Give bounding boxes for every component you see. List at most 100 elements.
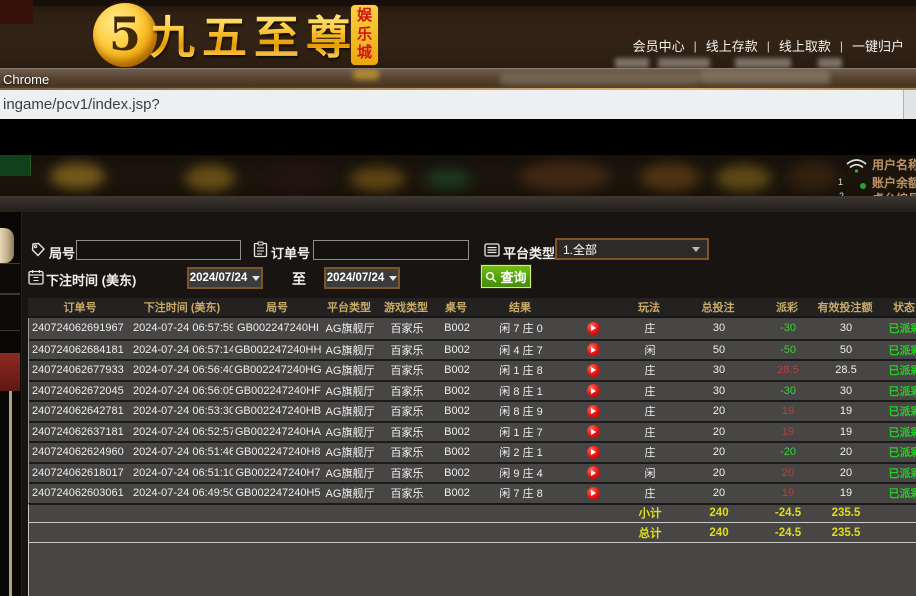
bet-time-cell: 2024-07-24 06:52:57 [133, 426, 233, 438]
nav-separator: | [767, 39, 770, 53]
table-row: 240724062691967 2024-07-24 06:57:59 GB00… [29, 318, 916, 339]
search-button[interactable]: 查询 [481, 265, 531, 288]
table-row: 240724062672045 2024-07-24 06:56:05 GB00… [29, 380, 916, 401]
status-cell: 已派彩 [875, 320, 916, 336]
subtotal-row: 小计 240 -24.5 235.5 [28, 503, 916, 523]
valid-bet-cell: 28.5 [817, 364, 875, 376]
header-corner-block [0, 0, 33, 24]
platform-selected-value: 1.全部 [563, 241, 597, 258]
window-title-bar: Chrome [0, 68, 916, 90]
result-cell: 闲 2 庄 1 [477, 444, 565, 460]
nav-online-deposit[interactable]: 线上存款 [706, 36, 758, 55]
order-number-input[interactable] [313, 240, 469, 260]
total-bet-cell: 30 [679, 322, 759, 334]
nav-online-withdraw[interactable]: 线上取款 [779, 36, 831, 55]
valid-bet-cell: 19 [817, 405, 875, 417]
payout-cell: 19 [759, 405, 817, 417]
result-cell: 闲 7 庄 0 [477, 320, 565, 336]
platform-cell: AG旗舰厅 [323, 485, 377, 501]
payout-cell: -30 [759, 322, 817, 334]
play-icon [591, 490, 596, 496]
table-number-cell: B002 [437, 385, 477, 397]
date-to-value: 2024/07/24 [327, 272, 385, 284]
order-number-label: 订单号 [271, 243, 310, 262]
replay-cell [565, 425, 621, 438]
col-result: 结果 [476, 299, 564, 315]
banner-blob [790, 161, 836, 191]
nav-one-key-transfer[interactable]: 一键归户 [852, 36, 904, 55]
logo-number: 5 [109, 7, 141, 61]
replay-play-button[interactable] [587, 343, 600, 356]
replay-play-button[interactable] [587, 384, 600, 397]
site-logo[interactable]: 5 [93, 3, 157, 67]
banner-person-silhouette [268, 159, 328, 193]
col-platform-type: 平台类型 [322, 299, 376, 315]
bet-time-cell: 2024-07-24 06:51:46 [133, 446, 233, 458]
col-round-number: 局号 [232, 299, 322, 315]
rail-tab-handle[interactable] [0, 228, 14, 263]
main-area: 局号 订单号 平台类型 1.全部 下注时间 (美东) 2024/07/24 至 … [0, 212, 916, 596]
status-cell: 已派彩 [875, 403, 916, 419]
bet-time-cell: 2024-07-24 06:56:05 [133, 385, 233, 397]
content-panel: 局号 订单号 平台类型 1.全部 下注时间 (美东) 2024/07/24 至 … [22, 212, 916, 596]
platform-cell: AG旗舰厅 [323, 342, 377, 358]
bet-time-cell: 2024-07-24 06:57:14 [133, 344, 233, 356]
address-bar[interactable]: ingame/pcv1/index.jsp? [0, 90, 916, 119]
platform-type-select[interactable]: 1.全部 [555, 238, 709, 260]
table-row: 240724062618017 2024-07-24 06:51:10 GB00… [29, 462, 916, 483]
col-bet-time: 下注时间 (美东) [132, 299, 232, 315]
grand-total-payout: -24.5 [759, 527, 817, 539]
replay-play-button[interactable] [587, 466, 600, 479]
status-cell: 已派彩 [875, 424, 916, 440]
payout-cell: -20 [759, 446, 817, 458]
col-game-type: 游戏类型 [376, 299, 436, 315]
badge-char: 乐 [357, 26, 372, 45]
total-bet-cell: 30 [679, 364, 759, 376]
banner-marker-dot [860, 183, 866, 189]
bet-time-cell: 2024-07-24 06:53:30 [133, 405, 233, 417]
address-bar-edge [904, 90, 916, 119]
replay-cell [565, 364, 621, 377]
round-number-cell: GB002247240H8 [233, 446, 323, 458]
badge-char: 娱 [357, 7, 372, 26]
blurred-nav-item [735, 58, 791, 68]
replay-play-button[interactable] [587, 446, 600, 459]
bet-type-cell: 庄 [621, 403, 679, 419]
round-number-label: 局号 [49, 243, 75, 262]
order-id-cell: 240724062624960 [29, 446, 133, 458]
banner-blob [50, 163, 105, 189]
window-title: Chrome [3, 72, 49, 87]
nav-member-center[interactable]: 会员中心 [633, 36, 685, 55]
top-nav: 会员中心 | 线上存款 | 线上取款 | 一键归户 [633, 36, 904, 55]
play-icon [591, 470, 596, 476]
table-header-row: 订单号 下注时间 (美东) 局号 平台类型 游戏类型 桌号 结果 玩法 总投注 … [28, 298, 916, 318]
col-status: 状态 [874, 299, 916, 315]
replay-play-button[interactable] [587, 322, 600, 335]
to-label: 至 [292, 269, 306, 289]
result-cell: 闲 1 庄 8 [477, 362, 565, 378]
chevron-down-icon [252, 276, 260, 281]
banner-marker-number: 1 [838, 177, 843, 187]
replay-play-button[interactable] [587, 425, 600, 438]
banner-table-felt [425, 169, 471, 189]
grand-total-valid-bet: 235.5 [817, 527, 875, 539]
replay-play-button[interactable] [587, 405, 600, 418]
site-header: 5 九五至尊 娱 乐 城 会员中心 | 线上存款 | 线上取款 | 一键归户 [0, 0, 916, 68]
replay-play-button[interactable] [587, 487, 600, 500]
result-cell: 闲 4 庄 7 [477, 342, 565, 358]
rail-segment [0, 294, 20, 331]
chevron-down-icon [692, 247, 700, 252]
play-icon [591, 429, 596, 435]
replay-play-button[interactable] [587, 364, 600, 377]
date-to-select[interactable]: 2024/07/24 [324, 267, 400, 289]
payout-cell: -30 [759, 385, 817, 397]
payout-cell: 20 [759, 467, 817, 479]
date-from-select[interactable]: 2024/07/24 [187, 267, 263, 289]
table-number-cell: B002 [437, 487, 477, 499]
platform-cell: AG旗舰厅 [323, 403, 377, 419]
table-row: 240724062677933 2024-07-24 06:56:40 GB00… [29, 359, 916, 380]
round-number-input[interactable] [76, 240, 241, 260]
game-type-cell: 百家乐 [377, 362, 437, 378]
result-cell: 闲 1 庄 7 [477, 424, 565, 440]
col-total-bet: 总投注 [678, 299, 758, 315]
